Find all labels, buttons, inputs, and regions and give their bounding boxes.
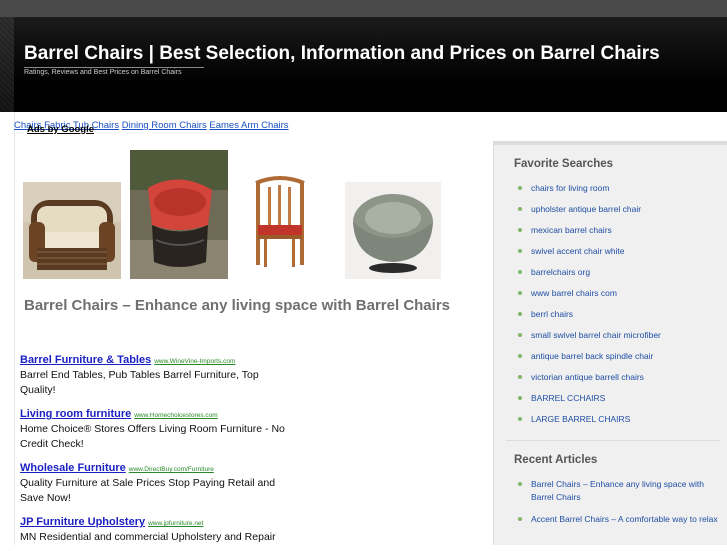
ad-url[interactable]: www.jpfurniture.net (148, 520, 203, 527)
site-header: Barrel Chairs | Best Selection, Informat… (0, 0, 727, 112)
ad-title-link[interactable]: Wholesale Furniture (20, 462, 126, 474)
wicker-barrel-chair-photo[interactable] (23, 182, 121, 279)
ad-url[interactable]: www.DirectBuy.com/Furniture (129, 466, 214, 473)
favorite-search-link[interactable]: swivel accent chair white (515, 245, 720, 266)
ad-link-eames-arm-chairs[interactable]: Eames Arm Chairs (209, 120, 288, 131)
ad-links-bar: Ads by Google Chairs Fabric Tub Chairs D… (14, 120, 574, 140)
site-title[interactable]: Barrel Chairs | Best Selection, Informat… (24, 43, 660, 65)
recent-article-link[interactable]: Accent Barrel Chairs – A comfortable way… (515, 513, 720, 526)
ad-description: MN Residential and commercial Upholstery… (20, 531, 276, 543)
ad-url[interactable]: www.WineVine-Imports.com (154, 358, 235, 365)
favorite-searches-heading: Favorite Searches (514, 158, 614, 170)
recent-article-link[interactable]: Barrel Chairs – Enhance any living space… (515, 478, 720, 504)
favorite-search-link[interactable]: mexican barrel chairs (515, 224, 720, 245)
wooden-barrel-chair-photo[interactable] (244, 173, 316, 273)
title-underline (24, 67, 204, 68)
swivel-barrel-chair-photo[interactable] (345, 182, 441, 279)
ad-title-link[interactable]: Living room furniture (20, 408, 131, 420)
sponsored-ads: Barrel Furniture & Tables www.WineVine-Im… (20, 350, 290, 551)
ad-url[interactable]: www.Homechoicestores.com (134, 412, 217, 419)
recent-articles-list: Barrel Chairs – Enhance any living space… (515, 478, 720, 535)
ad-description: Barrel End Tables, Pub Tables Barrel Fur… (20, 369, 259, 396)
header-banner: Barrel Chairs | Best Selection, Informat… (14, 17, 727, 112)
ad-title-link[interactable]: JP Furniture Upholstery (20, 516, 145, 528)
ad-link-dining-room-chairs[interactable]: Dining Room Chairs (122, 120, 207, 131)
favorite-search-link[interactable]: upholster antique barrel chair (515, 203, 720, 224)
favorite-searches-list: chairs for living room upholster antique… (515, 182, 720, 434)
ad-description: Quality Furniture at Sale Prices Stop Pa… (20, 477, 276, 504)
ad-item: JP Furniture Upholstery www.jpfurniture.n… (20, 512, 290, 545)
site-tagline: Ratings, Reviews and Best Prices on Barr… (24, 69, 182, 76)
ad-title-link[interactable]: Barrel Furniture & Tables (20, 354, 151, 366)
sidebar-divider (506, 440, 720, 441)
ad-item: Living room furniture www.Homechoicestore… (20, 404, 290, 452)
post-heading[interactable]: Barrel Chairs – Enhance any living space… (24, 294, 464, 317)
favorite-search-link[interactable]: LARGE BARREL CHAIRS (515, 413, 720, 434)
ads-by-google-label[interactable]: Ads by Google (27, 124, 94, 135)
header-top-strip (0, 0, 727, 17)
ad-description: Home Choice® Stores Offers Living Room F… (20, 423, 285, 450)
favorite-search-link[interactable]: barrelchairs org (515, 266, 720, 287)
red-barrel-chair-photo[interactable] (130, 150, 228, 279)
sidebar-top-shade (494, 141, 727, 145)
favorite-search-link[interactable]: BARREL CCHAIRS (515, 392, 720, 413)
favorite-search-link[interactable]: antique barrel back spindle chair (515, 350, 720, 371)
favorite-search-link[interactable]: chairs for living room (515, 182, 720, 203)
favorite-search-link[interactable]: www barrel chairs com (515, 287, 720, 308)
sidebar: Favorite Searches chairs for living room… (493, 141, 727, 545)
ad-item: Wholesale Furniture www.DirectBuy.com/Fur… (20, 458, 290, 506)
favorite-search-link[interactable]: small swivel barrel chair microfiber (515, 329, 720, 350)
favorite-search-link[interactable]: victorian antique barrell chairs (515, 371, 720, 392)
recent-articles-heading: Recent Articles (514, 454, 598, 466)
ad-item: Barrel Furniture & Tables www.WineVine-Im… (20, 350, 290, 398)
favorite-search-link[interactable]: berrl chairs (515, 308, 720, 329)
